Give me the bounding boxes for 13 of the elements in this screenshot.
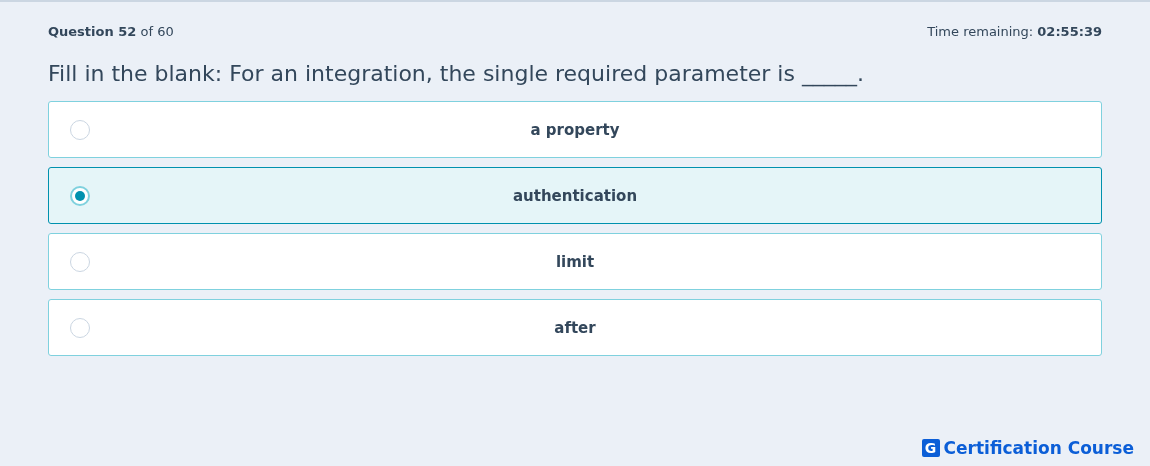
answer-option[interactable]: limit <box>48 233 1102 290</box>
radio-button[interactable] <box>70 185 90 206</box>
radio-button[interactable] <box>70 317 90 338</box>
time-remaining: Time remaining: 02:55:39 <box>927 24 1102 39</box>
answer-option[interactable]: a property <box>48 101 1102 158</box>
answer-option[interactable]: after <box>48 299 1102 356</box>
radio-button[interactable] <box>70 251 90 272</box>
logo-mark: G <box>921 439 940 457</box>
brand-name: Certification Course <box>943 438 1134 458</box>
answer-option[interactable]: authentication <box>48 167 1102 224</box>
radio-button[interactable] <box>70 119 90 140</box>
question-counter: Question 52 of 60 <box>48 24 174 39</box>
question-text: Fill in the blank: For an integration, the single required parameter is _____. <box>48 61 865 86</box>
